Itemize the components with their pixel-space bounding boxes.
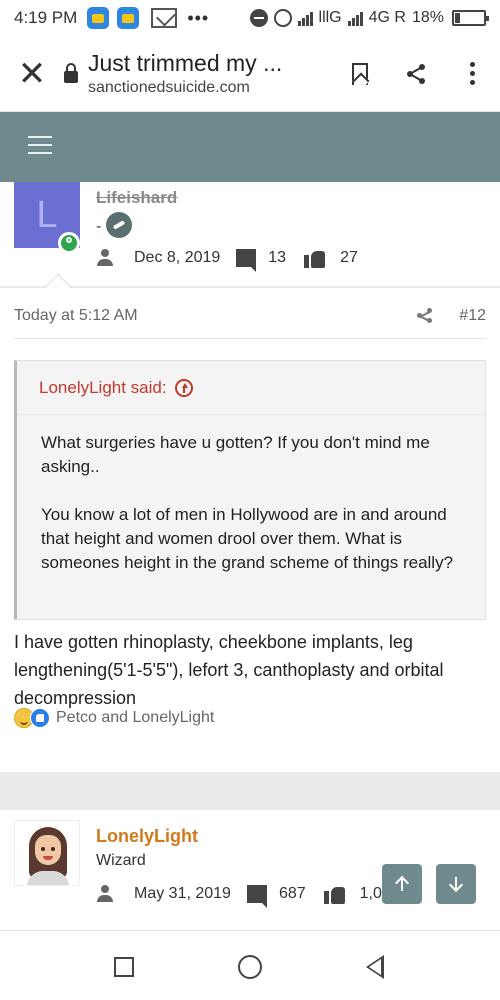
username[interactable]: Lifeishard <box>96 188 177 208</box>
reaction-count: 27 <box>340 249 358 266</box>
post-author-block: L Lifeishard - Dec 8, 2019 13 27 <box>0 182 500 286</box>
joined-date: May 31, 2019 <box>134 885 231 902</box>
post-meta: Today at 5:12 AM #12 <box>14 300 486 332</box>
post-body: I have gotten rhinoplasty, cheekbone imp… <box>14 632 444 708</box>
role-prefix: - <box>96 218 102 235</box>
status-bar: 4:19 PM ••• lllG 4G R 18% <box>0 0 500 36</box>
alarm-icon <box>273 9 292 27</box>
thumbs-up-icon <box>304 248 326 268</box>
arrow-up-circle-icon[interactable] <box>174 378 193 397</box>
avatar[interactable] <box>14 820 80 886</box>
address-bar[interactable]: Just trimmed my ... sanctionedsuicide.co… <box>88 50 332 97</box>
arrow-down-icon <box>448 876 464 892</box>
bookmark-icon <box>352 62 368 85</box>
triangle-back-icon[interactable] <box>366 955 384 979</box>
battery-percent: 18% <box>411 9 444 26</box>
online-status-icon <box>58 232 80 254</box>
page-title: Just trimmed my ... <box>88 50 283 76</box>
quote-paragraph: What surgeries have u gotten? If you don… <box>41 433 430 476</box>
like-reaction-icon <box>30 708 50 728</box>
square-icon[interactable] <box>114 957 134 977</box>
messages-icon <box>246 885 267 908</box>
do-not-disturb-icon <box>249 9 268 27</box>
message-count: 687 <box>278 885 306 902</box>
user-icon <box>96 249 114 267</box>
quote-paragraph: You know a lot of men in Hollywood are i… <box>41 505 454 572</box>
quote-body: What surgeries have u gotten? If you don… <box>17 415 485 575</box>
bookmark-button[interactable] <box>332 36 388 112</box>
app-notification-icon <box>87 7 110 29</box>
post-timestamp[interactable]: Today at 5:12 AM <box>14 307 138 325</box>
network-label: lllG <box>318 9 342 26</box>
user-role-icon <box>106 212 132 238</box>
post-number[interactable]: #12 <box>459 307 486 325</box>
circle-icon[interactable] <box>238 955 262 979</box>
more-notifications-icon: ••• <box>187 7 210 28</box>
post-author-block: LonelyLight Wizard May 31, 2019 687 1,0 <box>0 810 500 930</box>
battery-icon <box>452 10 489 26</box>
hamburger-icon[interactable] <box>28 136 52 154</box>
lock-icon <box>64 62 78 83</box>
share-button[interactable] <box>388 36 444 112</box>
status-time: 4:19 PM <box>14 8 78 27</box>
user-role: Wizard <box>96 852 146 869</box>
author-stats: May 31, 2019 687 1,0 <box>96 884 382 908</box>
more-menu-button[interactable] <box>444 36 500 112</box>
quote-header[interactable]: LonelyLight said: <box>17 361 485 415</box>
mail-icon <box>151 8 178 28</box>
app-notification-icon <box>117 7 140 29</box>
thread-content: L Lifeishard - Dec 8, 2019 13 27 Today a… <box>0 182 500 930</box>
quote-block: LonelyLight said: What surgeries have u … <box>14 360 486 620</box>
message-count: 13 <box>268 249 287 266</box>
system-nav-bar <box>0 930 500 1000</box>
thumbs-up-icon <box>323 884 346 904</box>
reaction-summary[interactable]: Petco and LonelyLight <box>14 708 214 728</box>
post: Today at 5:12 AM #12 LonelyLight said: W… <box>0 273 500 772</box>
username[interactable]: LonelyLight <box>96 826 198 847</box>
site-header <box>0 112 500 182</box>
scroll-down-button[interactable] <box>436 864 476 904</box>
author-stats: Dec 8, 2019 13 27 <box>96 248 358 272</box>
browser-toolbar: ✕ Just trimmed my ... sanctionedsuicide.… <box>0 36 500 112</box>
close-icon[interactable]: ✕ <box>0 36 64 112</box>
arrow-up-icon <box>394 876 410 892</box>
page-url: sanctionedsuicide.com <box>88 79 250 96</box>
signal-icon <box>347 10 363 26</box>
scroll-up-button[interactable] <box>382 864 422 904</box>
share-icon[interactable] <box>417 308 433 324</box>
divider <box>14 338 486 339</box>
quote-author[interactable]: LonelyLight said: <box>39 378 167 398</box>
share-icon <box>407 63 425 84</box>
network-label: 4G R <box>368 9 406 26</box>
more-vert-icon <box>469 62 475 85</box>
signal-icon <box>297 10 313 26</box>
user-icon <box>96 885 114 903</box>
reaction-count: 1,0 <box>359 885 382 902</box>
reaction-users[interactable]: Petco and LonelyLight <box>56 709 214 727</box>
joined-date: Dec 8, 2019 <box>134 249 221 266</box>
messages-icon <box>236 249 257 272</box>
